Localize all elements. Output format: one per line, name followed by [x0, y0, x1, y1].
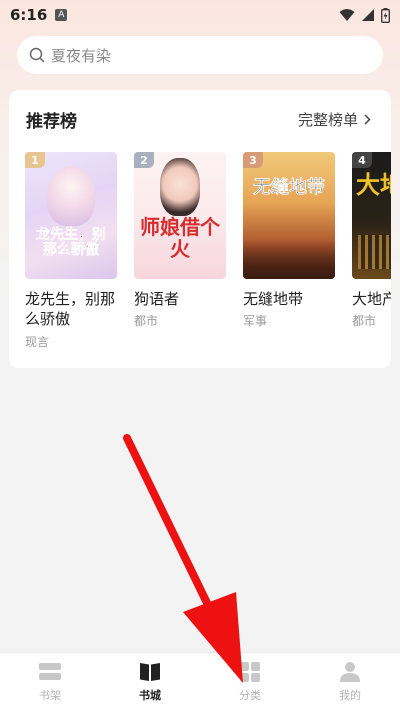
- category-grid-icon: [240, 662, 260, 682]
- book-list: 龙先生，别那么骄傲 1 龙先生，别那么骄傲 现言 师娘借个火 2 狗语者 都市 …: [25, 152, 391, 350]
- status-time: 6:16: [10, 6, 48, 24]
- search-placeholder: 夏夜有染: [51, 46, 112, 65]
- full-ranking-link[interactable]: 完整榜单: [298, 109, 371, 130]
- full-ranking-label: 完整榜单: [297, 111, 358, 129]
- ranking-title: 推荐榜: [26, 112, 77, 132]
- tab-label: 书架: [39, 689, 61, 702]
- person-icon: [340, 662, 360, 682]
- book-item[interactable]: 师娘借个火 2 狗语者 都市: [134, 152, 226, 350]
- rank-badge: 1: [25, 152, 45, 168]
- cover-landscape: [243, 239, 335, 279]
- cover-title: 无缝地带: [253, 177, 325, 198]
- book-category: 都市: [134, 314, 159, 329]
- rank-badge: 4: [352, 152, 372, 168]
- tab-label: 书城: [139, 689, 161, 702]
- tab-profile[interactable]: 我的: [300, 653, 400, 711]
- cover-city-lights: [358, 235, 391, 269]
- ranking-card: 推荐榜 完整榜单 龙先生，别那么骄傲 1 龙先生，别那么骄傲 现言 师娘借个火 …: [9, 90, 391, 368]
- book-title: 狗语者: [134, 290, 180, 308]
- book-category: 军事: [243, 314, 268, 329]
- book-cover[interactable]: 师娘借个火 2: [134, 152, 226, 279]
- book-cover[interactable]: 大地 4: [352, 152, 391, 279]
- book-item[interactable]: 龙先生，别那么骄傲 1 龙先生，别那么骄傲 现言: [25, 152, 117, 350]
- search-icon: [29, 47, 45, 63]
- tab-bookstore[interactable]: 书城: [100, 653, 200, 711]
- cover-title: 龙先生，别那么骄傲: [36, 227, 106, 259]
- wifi-icon: [339, 9, 355, 21]
- book-title: 大地产: [352, 290, 391, 308]
- bottom-tab-bar: 书架 书城 分类 我的: [0, 652, 400, 711]
- status-bar: 6:16 A: [0, 0, 400, 30]
- cover-figure: [47, 166, 95, 226]
- signal-icon: [362, 9, 374, 21]
- cover-title: 师娘借个火: [140, 215, 220, 261]
- battery-icon: [381, 7, 390, 23]
- rank-badge: 3: [243, 152, 263, 168]
- cover-figure: [160, 158, 200, 216]
- chevron-right-icon: [364, 114, 371, 125]
- bookshelf-icon: [39, 663, 61, 680]
- book-title: 龙先生，别那么骄傲: [25, 290, 116, 329]
- tab-bookshelf[interactable]: 书架: [0, 653, 100, 711]
- notification-a-icon: A: [55, 9, 68, 21]
- tab-label: 分类: [239, 689, 261, 702]
- book-category: 现言: [25, 334, 50, 349]
- book-cover[interactable]: 龙先生，别那么骄傲 1: [25, 152, 117, 279]
- book-item[interactable]: 无缝地带 3 无缝地带 军事: [243, 152, 335, 350]
- tab-label: 我的: [339, 689, 361, 702]
- book-category: 都市: [352, 314, 377, 329]
- cover-title: 大地: [356, 170, 391, 199]
- rank-badge: 2: [134, 152, 154, 168]
- book-cover[interactable]: 无缝地带 3: [243, 152, 335, 279]
- book-item[interactable]: 大地 4 大地产 都市: [352, 152, 391, 350]
- search-input[interactable]: 夏夜有染: [17, 36, 383, 74]
- status-icons: [339, 7, 390, 23]
- tab-category[interactable]: 分类: [200, 653, 300, 711]
- book-title: 无缝地带: [243, 290, 304, 308]
- book-open-icon: [140, 663, 160, 681]
